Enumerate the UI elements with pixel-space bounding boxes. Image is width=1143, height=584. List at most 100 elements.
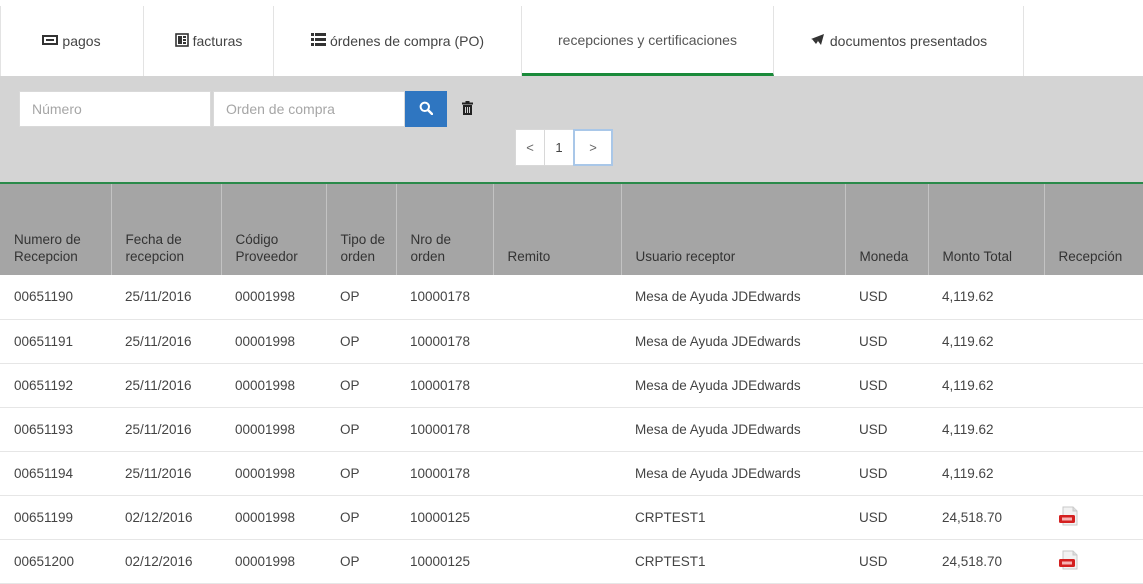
cell-proveedor: 00001998 bbox=[221, 495, 326, 540]
cell-moneda: USD bbox=[845, 451, 928, 496]
search-button[interactable] bbox=[405, 91, 447, 127]
cell-recepcion bbox=[1044, 539, 1143, 584]
numero-input[interactable] bbox=[19, 91, 211, 127]
cell-fecha: 02/12/2016 bbox=[111, 495, 221, 540]
table-row[interactable]: 00651199 02/12/2016 00001998 OP 10000125 CRPT… bbox=[0, 495, 1143, 540]
recepciones-table: Numero de Recepcion Fecha de recepcion C… bbox=[0, 182, 1143, 584]
table-row[interactable]: 00651190 25/11/2016 00001998 OP 10000178 Mesa… bbox=[0, 275, 1143, 320]
cell-numero: 00651199 bbox=[0, 495, 111, 540]
cell-monto: 4,119.62 bbox=[928, 407, 1044, 452]
cell-moneda: USD bbox=[845, 363, 928, 408]
cell-moneda: USD bbox=[845, 407, 928, 452]
cell-orden: 10000178 bbox=[396, 407, 493, 452]
cell-numero: 00651191 bbox=[0, 319, 111, 364]
tab-bar: pagos facturas órdenes de compra (PO) re… bbox=[0, 0, 1143, 76]
col-header-numero[interactable]: Numero de Recepcion bbox=[0, 182, 112, 275]
tab-label: recepciones y certificaciones bbox=[558, 31, 737, 48]
tab-recepciones-y-certificaciones[interactable]: recepciones y certificaciones bbox=[522, 6, 774, 76]
cell-orden: 10000125 bbox=[396, 539, 493, 584]
cell-fecha: 25/11/2016 bbox=[111, 319, 221, 364]
table-header-row: Numero de Recepcion Fecha de recepcion C… bbox=[0, 182, 1143, 275]
cell-moneda: USD bbox=[845, 275, 928, 320]
tab-pagos[interactable]: pagos bbox=[0, 6, 144, 76]
col-header-remito[interactable]: Remito bbox=[493, 182, 622, 275]
cell-fecha: 02/12/2016 bbox=[111, 539, 221, 584]
pdf-icon[interactable] bbox=[1058, 550, 1080, 573]
tab-label: documentos presentados bbox=[829, 33, 988, 49]
cell-remito bbox=[493, 495, 621, 540]
col-header-usuario[interactable]: Usuario receptor bbox=[621, 182, 846, 275]
tab-ordenes-de-compra[interactable]: órdenes de compra (PO) bbox=[274, 6, 522, 76]
cell-tipo: OP bbox=[326, 539, 396, 584]
table-row[interactable]: 00651191 25/11/2016 00001998 OP 10000178 Mesa… bbox=[0, 319, 1143, 364]
cell-fecha: 25/11/2016 bbox=[111, 407, 221, 452]
cell-recepcion bbox=[1044, 495, 1143, 540]
clear-button[interactable] bbox=[451, 91, 483, 127]
table-body: 00651190 25/11/2016 00001998 OP 10000178 Mesa… bbox=[0, 275, 1143, 584]
search-icon bbox=[419, 101, 434, 118]
table-row[interactable]: 00651193 25/11/2016 00001998 OP 10000178 Mesa… bbox=[0, 407, 1143, 452]
pagination-next[interactable]: > bbox=[573, 129, 613, 166]
cell-moneda: USD bbox=[845, 495, 928, 540]
cell-tipo: OP bbox=[326, 407, 396, 452]
cell-moneda: USD bbox=[845, 539, 928, 584]
cell-numero: 00651200 bbox=[0, 539, 111, 584]
pagination-page-1[interactable]: 1 bbox=[544, 129, 574, 166]
col-header-moneda[interactable]: Moneda bbox=[845, 182, 929, 275]
col-header-orden[interactable]: Nro de orden bbox=[396, 182, 494, 275]
pdf-icon[interactable] bbox=[1058, 506, 1080, 529]
cell-numero: 00651193 bbox=[0, 407, 111, 452]
table-row[interactable]: 00651200 02/12/2016 00001998 OP 10000125 CRPT… bbox=[0, 539, 1143, 584]
cell-monto: 4,119.62 bbox=[928, 363, 1044, 408]
cell-orden: 10000125 bbox=[396, 495, 493, 540]
cell-recepcion bbox=[1044, 363, 1143, 408]
trash-icon bbox=[461, 100, 473, 118]
col-header-fecha[interactable]: Fecha de recepcion bbox=[111, 182, 222, 275]
table-row[interactable]: 00651194 25/11/2016 00001998 OP 10000178 Mesa… bbox=[0, 451, 1143, 496]
cell-fecha: 25/11/2016 bbox=[111, 451, 221, 496]
tab-documentos-presentados[interactable]: documentos presentados bbox=[774, 6, 1024, 76]
cell-proveedor: 00001998 bbox=[221, 363, 326, 408]
cell-proveedor: 00001998 bbox=[221, 451, 326, 496]
cell-monto: 4,119.62 bbox=[928, 451, 1044, 496]
cell-monto: 4,119.62 bbox=[928, 275, 1044, 320]
cell-orden: 10000178 bbox=[396, 275, 493, 320]
cell-recepcion bbox=[1044, 451, 1143, 496]
cell-tipo: OP bbox=[326, 451, 396, 496]
cell-recepcion bbox=[1044, 319, 1143, 364]
cell-usuario: Mesa de Ayuda JDEdwards bbox=[621, 407, 845, 452]
cell-remito bbox=[493, 407, 621, 452]
send-icon bbox=[810, 33, 826, 49]
tab-label: pagos bbox=[62, 33, 101, 49]
cell-numero: 00651194 bbox=[0, 451, 111, 496]
orden-de-compra-input[interactable] bbox=[213, 91, 405, 127]
col-header-proveedor[interactable]: Código Proveedor bbox=[221, 182, 327, 275]
cell-remito bbox=[493, 319, 621, 364]
tab-label: facturas bbox=[192, 33, 243, 49]
cell-remito bbox=[493, 539, 621, 584]
col-header-monto[interactable]: Monto Total bbox=[928, 182, 1045, 275]
cell-fecha: 25/11/2016 bbox=[111, 363, 221, 408]
cell-monto: 24,518.70 bbox=[928, 539, 1044, 584]
col-header-recepcion[interactable]: Recepción bbox=[1044, 182, 1143, 275]
cell-tipo: OP bbox=[326, 319, 396, 364]
col-header-tipo[interactable]: Tipo de orden bbox=[326, 182, 397, 275]
cell-monto: 24,518.70 bbox=[928, 495, 1044, 540]
cell-orden: 10000178 bbox=[396, 319, 493, 364]
cell-usuario: CRPTEST1 bbox=[621, 495, 845, 540]
cell-proveedor: 00001998 bbox=[221, 407, 326, 452]
cell-orden: 10000178 bbox=[396, 363, 493, 408]
cell-proveedor: 00001998 bbox=[221, 539, 326, 584]
cell-remito bbox=[493, 363, 621, 408]
cell-remito bbox=[493, 275, 621, 320]
tab-facturas[interactable]: facturas bbox=[144, 6, 274, 76]
cell-usuario: Mesa de Ayuda JDEdwards bbox=[621, 363, 845, 408]
cell-moneda: USD bbox=[845, 319, 928, 364]
cell-proveedor: 00001998 bbox=[221, 319, 326, 364]
cell-tipo: OP bbox=[326, 495, 396, 540]
cell-usuario: Mesa de Ayuda JDEdwards bbox=[621, 451, 845, 496]
pagination-prev[interactable]: < bbox=[515, 129, 545, 166]
money-icon bbox=[42, 33, 59, 49]
cell-remito bbox=[493, 451, 621, 496]
table-row[interactable]: 00651192 25/11/2016 00001998 OP 10000178 Mesa… bbox=[0, 363, 1143, 408]
